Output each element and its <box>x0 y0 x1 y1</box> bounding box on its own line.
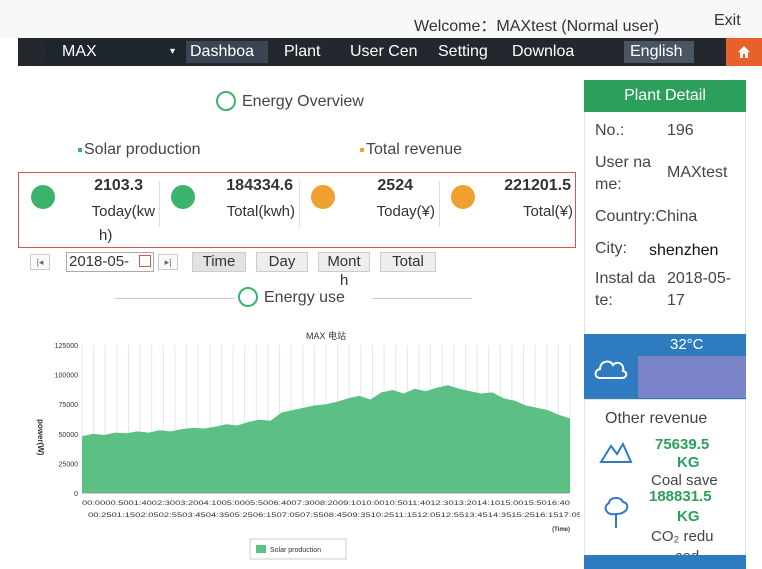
city-value: shenzhen <box>649 242 719 259</box>
home-icon[interactable] <box>726 38 762 66</box>
install-date-label: Instal da <box>595 270 656 287</box>
plant-select-value: MAX <box>62 43 97 60</box>
coin-today-icon <box>311 185 335 209</box>
time-button[interactable]: Time <box>192 252 246 272</box>
no-label: No.: <box>595 122 625 139</box>
y-tick-label: 125000 <box>55 343 78 350</box>
energy-use-title: Energy use <box>238 287 345 308</box>
day-button[interactable]: Day <box>256 252 308 272</box>
solar-production-label: Solar production <box>78 141 201 159</box>
weather-image <box>638 356 746 398</box>
language-select[interactable]: English <box>624 41 694 63</box>
nav-dashboard[interactable]: Dashboa <box>186 41 268 63</box>
exit-link[interactable]: Exit <box>714 12 741 30</box>
next-page-icon[interactable]: ▸| <box>158 254 178 270</box>
co2-reduced-unit: KG <box>677 508 700 525</box>
user-name-label: User na <box>595 154 652 171</box>
month-button-wrap: h <box>340 272 349 289</box>
coal-saved-label: Coal save <box>651 472 718 489</box>
lightning-icon <box>238 287 258 307</box>
main-nav: MAX ▾ Dashboa Plant User Cen Setting Dow… <box>18 38 762 66</box>
tree-icon <box>604 497 629 528</box>
x-tick-labels-row2: 00:2501:1502:0502:5503:4504:3505:2506:15… <box>88 512 580 519</box>
country-label: Country:China <box>595 208 698 225</box>
coal-saved-unit: KG <box>677 454 700 471</box>
first-page-icon[interactable]: |◂ <box>30 254 50 270</box>
stats-box: 2103.3 Today(kw h) 184334.6 Total(kwh) 2… <box>18 172 576 248</box>
city-label: City: <box>595 240 627 257</box>
stat-total-yuan: 221201.5 Total(¥) <box>439 173 577 233</box>
other-revenue-title: Other revenue <box>605 410 708 427</box>
nav-user-center[interactable]: User Cen <box>350 41 426 63</box>
mountain-icon <box>599 441 633 463</box>
plant-detail-title: Plant Detail <box>584 80 746 112</box>
cloud-icon <box>594 360 628 379</box>
chart-title: MAX 电站 <box>306 330 346 341</box>
month-button[interactable]: Mont <box>318 252 370 272</box>
calendar-icon[interactable] <box>139 255 151 267</box>
date-input[interactable]: 2018-05- <box>66 252 154 272</box>
coin-total-icon <box>451 185 475 209</box>
nav-plant[interactable]: Plant <box>284 41 334 63</box>
co2-reduced-value: 188831.5 <box>649 488 712 505</box>
nav-setting[interactable]: Setting <box>438 41 504 63</box>
co2-reduced-label: CO₂ redu <box>651 528 714 545</box>
y-tick-label: 0 <box>74 491 78 498</box>
energy-overview-title: Energy Overview <box>216 91 364 112</box>
chart-icon <box>216 91 236 111</box>
plant-select[interactable]: MAX ▾ <box>46 41 186 63</box>
other-revenue-card: Other revenue 75639.5 KG Coal save 18883… <box>584 399 746 569</box>
y-axis-label: power(W) <box>36 419 45 456</box>
y-tick-label: 100000 <box>55 373 78 380</box>
top-bar: Welcome：MAXtest (Normal user) Exit <box>0 0 762 38</box>
stat-today-kwh: 2103.3 Today(kw h) <box>19 173 159 244</box>
solar-today-icon <box>31 185 55 209</box>
stat-total-kwh: 184334.6 Total(kwh) <box>159 173 299 233</box>
install-date-value: 2018-05- <box>667 270 732 287</box>
user-name-value: MAXtest <box>667 164 728 181</box>
solar-total-icon <box>171 185 195 209</box>
stat-today-yuan: 2524 Today(¥) <box>299 173 439 233</box>
total-revenue-label: Total revenue <box>360 141 462 159</box>
weather-card: 32°C <box>584 334 746 399</box>
welcome-text: Welcome：MAXtest (Normal user) <box>414 18 660 35</box>
nav-download[interactable]: Downloa <box>512 41 592 63</box>
legend-swatch <box>256 545 266 553</box>
x-axis-label: (Time) <box>552 527 570 533</box>
bottom-card-strip <box>584 555 746 569</box>
legend-label: Solar production <box>270 547 321 554</box>
temperature: 32°C <box>670 336 704 353</box>
dropdown-arrow-icon: ▾ <box>170 46 176 57</box>
x-tick-labels-row1: 00:0000:5001:4002:3003:2004:1005:0005:50… <box>82 500 571 507</box>
total-button[interactable]: Total <box>380 252 436 272</box>
y-tick-label: 25000 <box>59 461 79 468</box>
coal-saved-value: 75639.5 <box>655 436 710 453</box>
energy-chart: MAX 电站 125000 100000 75000 50000 25000 0 power(… <box>36 330 580 560</box>
y-tick-label: 50000 <box>59 432 79 439</box>
y-tick-label: 75000 <box>59 402 79 409</box>
no-value: 196 <box>667 122 694 139</box>
